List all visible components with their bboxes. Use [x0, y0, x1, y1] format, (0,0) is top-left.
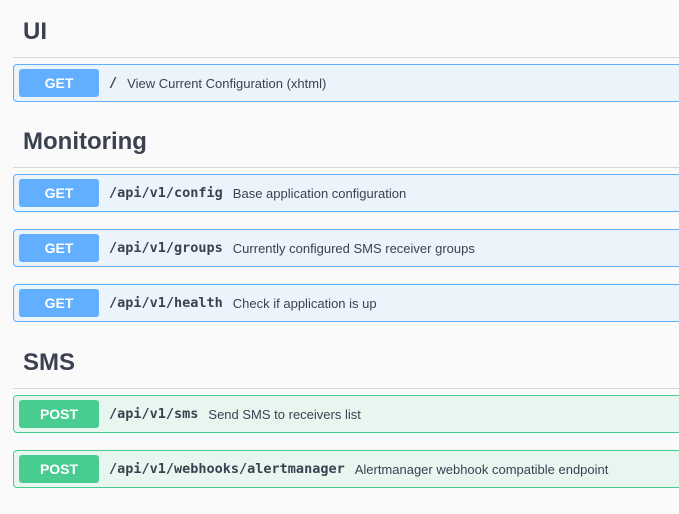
operation-summary: Send SMS to receivers list [208, 406, 361, 422]
operation-summary: Base application configuration [232, 185, 407, 201]
operation-get-config[interactable]: GET /api/v1/config Base application conf… [13, 174, 679, 212]
operation-summary: Alertmanager webhook compatible endpoint [354, 461, 609, 477]
method-badge: GET [19, 69, 99, 97]
operation-summary: Check if application is up [232, 295, 377, 311]
operation-summary: View Current Configuration (xhtml) [127, 75, 327, 91]
operation-get-groups[interactable]: GET /api/v1/groups Currently configured … [13, 229, 679, 267]
operation-get-root[interactable]: GET / View Current Configuration (xhtml) [13, 64, 679, 102]
operation-path: /api/v1/sms [109, 406, 199, 422]
operation-path: /api/v1/health [109, 295, 223, 311]
method-badge: GET [19, 289, 99, 317]
api-docs-page: UI GET / View Current Configuration (xht… [0, 0, 679, 514]
operation-path: /api/v1/config [109, 185, 223, 201]
method-badge: GET [19, 179, 99, 207]
section-divider [13, 167, 679, 168]
method-badge: POST [19, 455, 99, 483]
operation-post-webhook-alertmanager[interactable]: POST /api/v1/webhooks/alertmanager Alert… [13, 450, 679, 488]
operation-path: /api/v1/webhooks/alertmanager [109, 461, 345, 477]
operation-get-health[interactable]: GET /api/v1/health Check if application … [13, 284, 679, 322]
operation-path: / [109, 75, 118, 91]
operation-path: /api/v1/groups [109, 240, 223, 256]
section-title-ui[interactable]: UI [23, 18, 47, 46]
method-badge: POST [19, 400, 99, 428]
section-title-sms[interactable]: SMS [23, 349, 75, 377]
section-divider [13, 57, 679, 58]
operation-summary: Currently configured SMS receiver groups [232, 240, 475, 256]
operation-post-sms[interactable]: POST /api/v1/sms Send SMS to receivers l… [13, 395, 679, 433]
section-title-monitoring[interactable]: Monitoring [23, 128, 147, 156]
section-divider [13, 388, 679, 389]
method-badge: GET [19, 234, 99, 262]
